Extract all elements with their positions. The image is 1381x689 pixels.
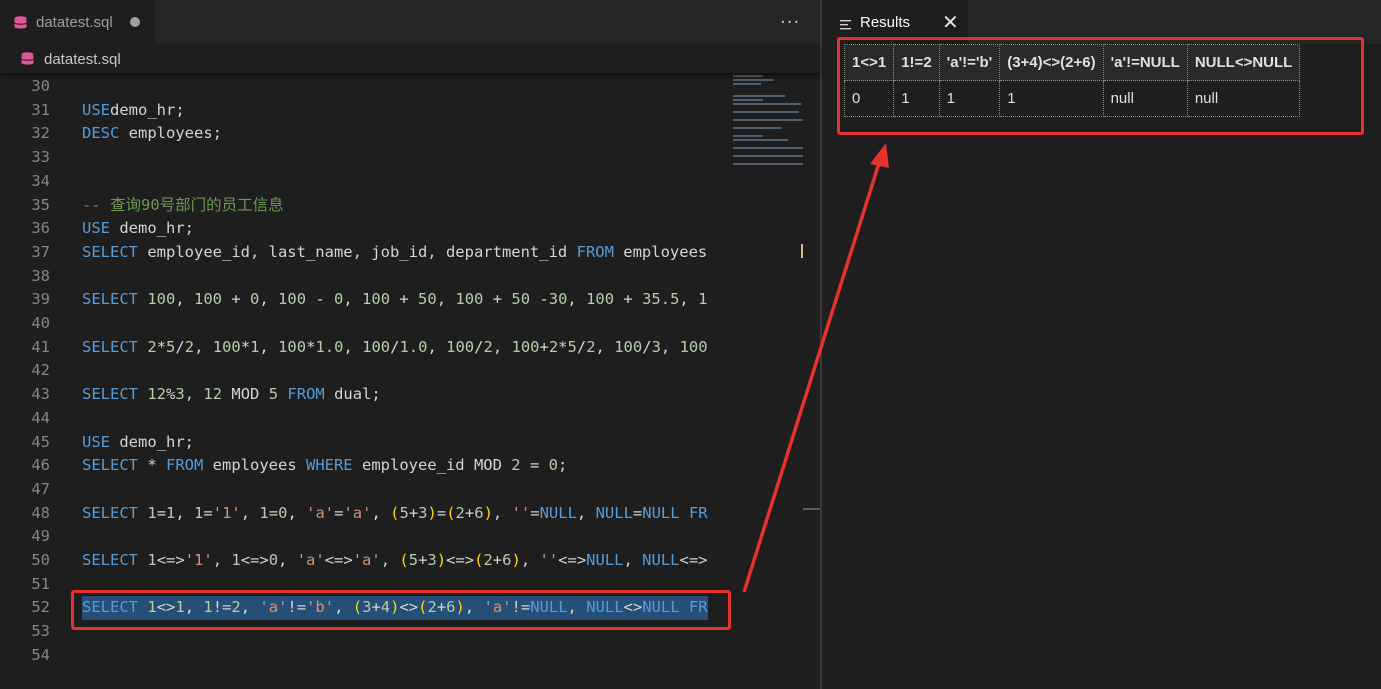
line-number: 53 (31, 622, 50, 641)
overview-ruler-mark (801, 244, 803, 258)
code-text: USE demo_hr; (82, 219, 194, 238)
line-number: 45 (31, 432, 50, 451)
minimap-line (733, 163, 805, 165)
code-line[interactable]: 54 (0, 644, 725, 668)
code-line[interactable]: 33 (0, 146, 725, 170)
code-highlight-box (71, 590, 731, 630)
code-line[interactable]: 32 DESC employees; (0, 122, 725, 146)
code-line[interactable]: 42 (0, 359, 725, 383)
line-number: 32 (31, 124, 50, 143)
database-icon (21, 52, 34, 66)
minimap-line (733, 135, 763, 137)
editor-group: datatest.sql ··· datatest.sql 30 31 USEdem… (0, 0, 820, 689)
code-line[interactable]: 46 SELECT * FROM employees WHERE employee… (0, 454, 725, 478)
code-text: SELECT 1=1, 1='1', 1=0, 'a'='a', (5+3)=(… (82, 503, 708, 522)
minimap-line (733, 79, 773, 81)
minimap-line (733, 119, 803, 121)
database-icon (14, 15, 27, 30)
minimap-line (733, 127, 781, 129)
line-number: 42 (31, 361, 50, 380)
line-number: 52 (31, 598, 50, 617)
minimap-line (733, 139, 788, 141)
breadcrumb: datatest.sql (0, 45, 820, 73)
code-line[interactable]: 34 (0, 170, 725, 194)
code-line[interactable]: 36 USE demo_hr; (0, 217, 725, 241)
code-text: SELECT 12%3, 12 MOD 5 FROM dual; (82, 385, 381, 404)
code-text: USEdemo_hr; (82, 100, 185, 119)
code-line[interactable]: 31 USEdemo_hr; (0, 99, 725, 123)
vertical-scrollbar[interactable] (803, 73, 820, 689)
line-number: 50 (31, 551, 50, 569)
editor-tab-bar: datatest.sql ··· (0, 0, 820, 45)
code-line[interactable]: 43 SELECT 12%3, 12 MOD 5 FROM dual; (0, 383, 725, 407)
code-line[interactable]: 37 SELECT employee_id, last_name, job_id,… (0, 241, 725, 265)
line-number: 40 (31, 314, 50, 332)
code-line[interactable]: 47 (0, 478, 725, 502)
editor-tab[interactable]: datatest.sql (0, 0, 155, 45)
line-number: 54 (31, 645, 50, 664)
code-text: SELECT 2*5/2, 100*1, 100*1.0, 100/1.0, 1… (82, 337, 708, 356)
line-number: 41 (31, 337, 50, 356)
minimap-line (733, 75, 763, 77)
minimap-line (733, 103, 801, 105)
code-text: -- 查询90号部门的员工信息 (82, 195, 284, 214)
code-text: DESC employees; (82, 124, 222, 143)
close-icon[interactable]: ✕ (942, 10, 959, 34)
code-text: SELECT 1<=>'1', 1<=>0, 'a'<=>'a', (5+3)<… (82, 551, 708, 569)
line-number: 43 (31, 385, 50, 404)
line-number: 36 (31, 219, 50, 238)
unsaved-dot-icon[interactable] (130, 17, 140, 27)
code-text: SELECT 100, 100 + 0, 100 - 0, 100 + 50, … (82, 290, 708, 309)
code-line[interactable]: 38 (0, 265, 725, 289)
minimap-line (733, 99, 763, 101)
more-actions-icon[interactable]: ··· (780, 12, 800, 33)
code-line[interactable]: 48 SELECT 1=1, 1='1', 1=0, 'a'='a', (5+3)… (0, 502, 725, 526)
code-line[interactable]: 41 SELECT 2*5/2, 100*1, 100*1.0, 100/1.0,… (0, 336, 725, 360)
breadcrumb-file[interactable]: datatest.sql (44, 51, 121, 68)
minimap-line (733, 83, 761, 85)
code-line[interactable]: 35 -- 查询90号部门的员工信息 (0, 194, 725, 218)
line-number: 47 (31, 479, 50, 498)
line-number: 31 (31, 100, 50, 119)
code-text: SELECT employee_id, last_name, job_id, d… (82, 242, 708, 261)
minimap-line (733, 155, 805, 157)
line-number: 48 (31, 503, 50, 522)
line-number: 35 (31, 195, 50, 214)
line-number: 30 (31, 77, 50, 95)
code-text: SELECT * FROM employees WHERE employee_i… (82, 456, 568, 475)
code-text: USE demo_hr; (82, 432, 194, 451)
result-highlight-box (837, 37, 1364, 135)
code-line[interactable]: 30 (0, 75, 725, 99)
code-line[interactable]: 40 (0, 312, 725, 336)
code-line[interactable]: 50 SELECT 1<=>'1', 1<=>0, 'a'<=>'a', (5+3… (0, 549, 725, 573)
line-number: 44 (31, 408, 50, 427)
line-number: 49 (31, 527, 50, 546)
scrollbar-slider[interactable] (803, 508, 820, 510)
code-line[interactable]: 44 (0, 407, 725, 431)
line-number: 39 (31, 290, 50, 309)
code-line[interactable]: 45 USE demo_hr; (0, 431, 725, 455)
results-tab-label: Results (860, 13, 911, 31)
minimap[interactable] (728, 73, 805, 689)
minimap-line (733, 111, 799, 113)
line-number: 34 (31, 171, 50, 190)
minimap-line (733, 95, 785, 97)
code-line[interactable]: 39 SELECT 100, 100 + 0, 100 - 0, 100 + 50… (0, 288, 725, 312)
editor-tab-label: datatest.sql (36, 14, 113, 31)
line-number: 51 (31, 574, 50, 593)
line-number: 33 (31, 148, 50, 167)
minimap-line (733, 147, 803, 149)
code-line[interactable]: 49 (0, 525, 725, 549)
line-number: 46 (31, 456, 50, 475)
line-number: 38 (31, 266, 50, 285)
line-number: 37 (31, 242, 50, 261)
list-icon (840, 16, 852, 30)
